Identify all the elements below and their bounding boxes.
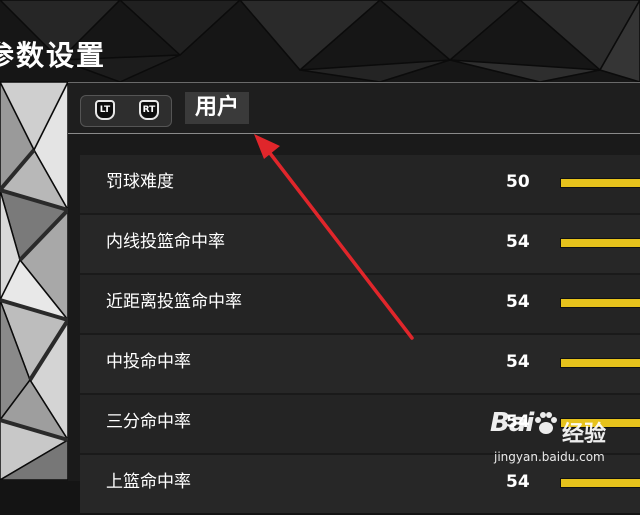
page-title: 参数设置 — [0, 39, 107, 72]
watermark-url: jingyan.baidu.com — [494, 450, 605, 464]
slider-fill — [561, 359, 640, 367]
setting-row[interactable]: 罚球难度 50 — [80, 155, 640, 213]
setting-row[interactable]: 中投命中率 54 — [80, 335, 640, 393]
lt-trigger-icon[interactable]: LT — [95, 100, 115, 120]
setting-label: 近距离投篮命中率 — [106, 292, 242, 312]
setting-slider[interactable] — [560, 238, 640, 248]
setting-row[interactable]: 内线投篮命中率 54 — [80, 215, 640, 273]
slider-fill — [561, 179, 640, 187]
setting-row[interactable]: 近距离投篮命中率 54 — [80, 275, 640, 333]
watermark-brand: 经验 — [562, 422, 607, 447]
slider-fill — [561, 479, 640, 487]
setting-slider[interactable] — [560, 178, 640, 188]
setting-label: 内线投篮命中率 — [106, 232, 225, 252]
rt-trigger-icon[interactable]: RT — [139, 100, 159, 120]
tab-user[interactable]: 用户 — [185, 92, 250, 124]
setting-value: 54 — [506, 292, 530, 312]
slider-fill — [561, 299, 640, 307]
tab-bar: LT RT 用户 — [68, 83, 640, 134]
setting-slider[interactable] — [560, 298, 640, 308]
paw-icon — [535, 412, 557, 434]
setting-label: 上篮命中率 — [106, 472, 191, 492]
setting-label: 中投命中率 — [106, 352, 191, 372]
watermark: Bai 经验 jingyan.baidu.com — [480, 406, 640, 480]
watermark-logo: Bai — [490, 408, 534, 438]
setting-value: 54 — [506, 352, 530, 372]
setting-slider[interactable] — [560, 358, 640, 368]
trigger-button-group: LT RT — [80, 95, 172, 127]
setting-label: 罚球难度 — [106, 172, 174, 192]
setting-value: 54 — [506, 232, 530, 252]
setting-value: 50 — [506, 172, 530, 192]
slider-fill — [561, 239, 640, 247]
setting-label: 三分命中率 — [106, 412, 191, 432]
